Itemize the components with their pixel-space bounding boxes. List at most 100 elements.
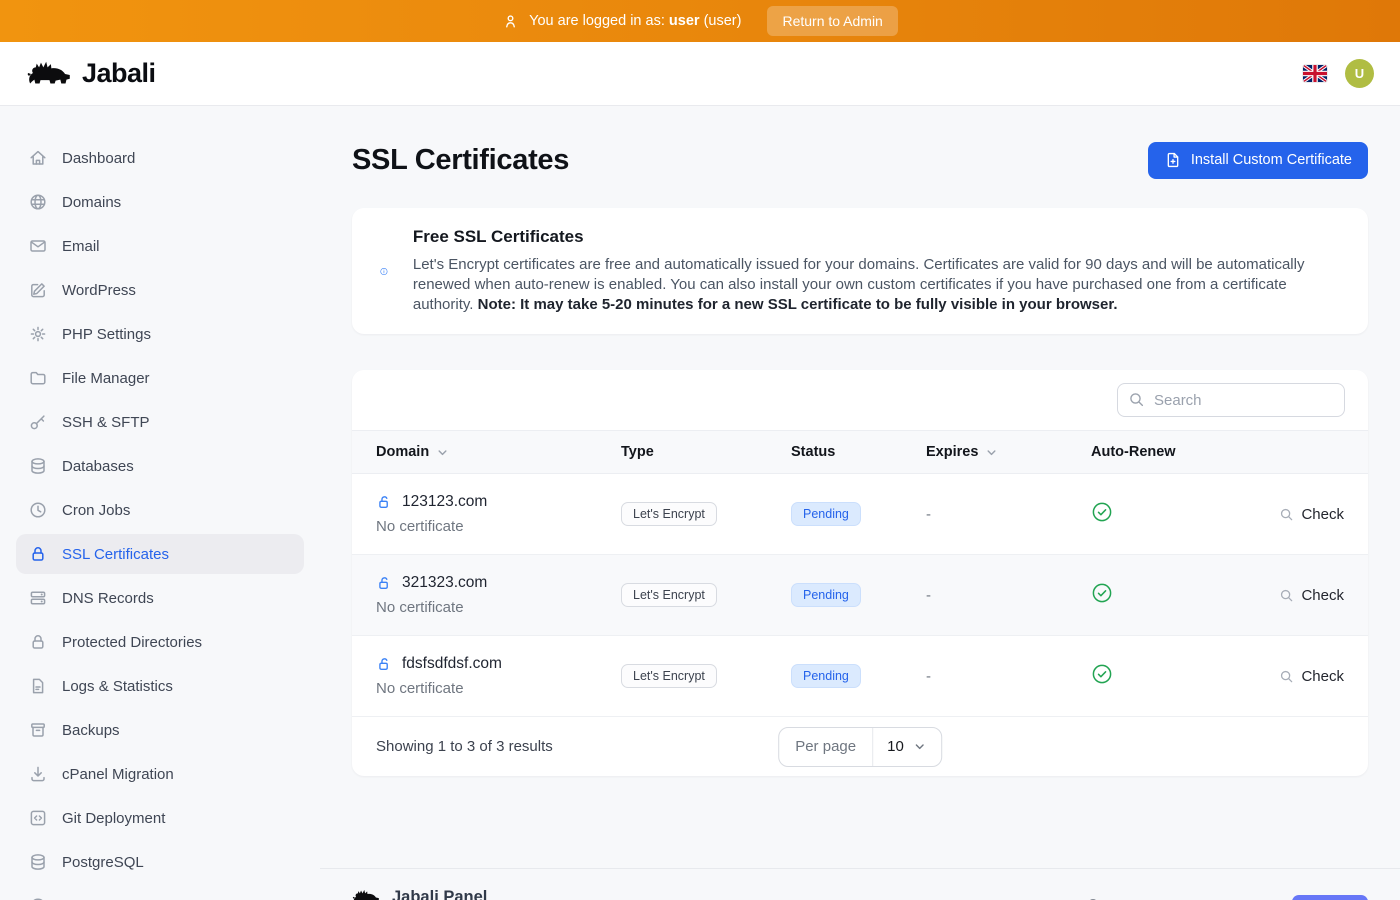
status-badge: Pending xyxy=(791,583,861,607)
install-custom-certificate-button[interactable]: Install Custom Certificate xyxy=(1148,142,1368,179)
chevron-down-icon xyxy=(912,739,927,754)
table-row: 123123.com No certificate Let's Encrypt … xyxy=(352,474,1368,555)
sidebar-item-ssh-sftp[interactable]: SSH & SFTP xyxy=(16,402,304,442)
sidebar-item-label: File Manager xyxy=(62,370,150,387)
info-card-title: Free SSL Certificates xyxy=(413,227,1340,247)
return-to-admin-button[interactable]: Return to Admin xyxy=(767,6,897,36)
sidebar-item-ssl-certificates[interactable]: SSL Certificates xyxy=(16,534,304,574)
sidebar-item-label: cPanel Migration xyxy=(62,766,174,783)
sidebar-item-git-deployment[interactable]: Git Deployment xyxy=(16,798,304,838)
sidebar-item-backups[interactable]: Backups xyxy=(16,710,304,750)
sidebar-item-label: SSL Certificates xyxy=(62,546,169,563)
per-page-label: Per page xyxy=(779,728,873,766)
sidebar-item-databases[interactable]: Databases xyxy=(16,446,304,486)
sidebar-item-label: PostgreSQL xyxy=(62,854,144,871)
sort-chevron-icon xyxy=(435,445,450,460)
type-badge: Let's Encrypt xyxy=(621,583,717,607)
check-action-button[interactable]: Check xyxy=(1279,587,1344,604)
sidebar-item-php-settings[interactable]: PHP Settings xyxy=(16,314,304,354)
search-input[interactable] xyxy=(1117,383,1345,417)
results-summary: Showing 1 to 3 of 3 results xyxy=(376,738,553,755)
gear-icon xyxy=(28,324,48,344)
column-label: Status xyxy=(791,444,835,460)
page-title: SSL Certificates xyxy=(352,144,569,177)
domain-cell: 123123.com xyxy=(376,493,621,511)
lock-icon xyxy=(28,544,48,564)
sidebar-item-label: Databases xyxy=(62,458,134,475)
sidebar-item-postgresql[interactable]: PostgreSQL xyxy=(16,842,304,882)
sidebar-item-file-manager[interactable]: File Manager xyxy=(16,358,304,398)
check-action-label: Check xyxy=(1301,506,1344,523)
language-flag-uk-icon[interactable] xyxy=(1303,65,1327,82)
sidebar-item-dashboard[interactable]: Dashboard xyxy=(16,138,304,178)
home-icon xyxy=(28,148,48,168)
sidebar-item-label: DNS Records xyxy=(62,590,154,607)
per-page-select[interactable]: 10 xyxy=(873,728,941,766)
person-icon xyxy=(502,13,519,30)
sidebar-item-label: WordPress xyxy=(62,282,136,299)
sidebar-item-protected-directories[interactable]: Protected Directories xyxy=(16,622,304,662)
domain-cell: 321323.com xyxy=(376,574,621,592)
sidebar-item-partial[interactable] xyxy=(16,886,304,900)
sidebar-item-email[interactable]: Email xyxy=(16,226,304,266)
sidebar-item-label: Dashboard xyxy=(62,150,135,167)
domain-cell: fdsfsdfdsf.com xyxy=(376,655,621,673)
expires-value: - xyxy=(926,668,1091,685)
sidebar-item-label: Protected Directories xyxy=(62,634,202,651)
sidebar-item-label: Domains xyxy=(62,194,121,211)
sidebar-item-wordpress[interactable]: WordPress xyxy=(16,270,304,310)
check-search-icon xyxy=(1279,669,1294,684)
sidebar-item-domains[interactable]: Domains xyxy=(16,182,304,222)
sidebar: Dashboard Domains Email WordPress PHP Settin… xyxy=(0,106,320,900)
domain-name: 123123.com xyxy=(402,493,487,511)
sidebar-item-logs-statistics[interactable]: Logs & Statistics xyxy=(16,666,304,706)
sidebar-item-cron-jobs[interactable]: Cron Jobs xyxy=(16,490,304,530)
brand[interactable]: Jabali xyxy=(26,57,156,91)
sidebar-item-dns-records[interactable]: DNS Records xyxy=(16,578,304,618)
info-card-body: Let's Encrypt certificates are free and … xyxy=(413,255,1340,315)
download-icon xyxy=(28,764,48,784)
search-icon xyxy=(1128,391,1145,408)
user-avatar[interactable]: U xyxy=(1345,59,1374,88)
column-header-auto-renew: Auto-Renew xyxy=(1091,444,1260,460)
table-row: fdsfsdfdsf.com No certificate Let's Encr… xyxy=(352,636,1368,717)
type-badge: Let's Encrypt xyxy=(621,502,717,526)
column-header-domain[interactable]: Domain xyxy=(376,444,621,460)
column-label: Auto-Renew xyxy=(1091,444,1176,460)
certificate-subtitle: No certificate xyxy=(376,680,621,697)
certificate-subtitle: No certificate xyxy=(376,518,621,535)
server-icon xyxy=(28,588,48,608)
check-action-button[interactable]: Check xyxy=(1279,506,1344,523)
table-header-row: DomainTypeStatus ExpiresAuto-Renew xyxy=(352,430,1368,474)
pencil-square-icon xyxy=(28,280,48,300)
column-header-type: Type xyxy=(621,444,791,460)
sidebar-item-label: Logs & Statistics xyxy=(62,678,173,695)
sidebar-item-cpanel-migration[interactable]: cPanel Migration xyxy=(16,754,304,794)
unlock-icon xyxy=(376,656,393,673)
envelope-icon xyxy=(28,236,48,256)
table-body: 123123.com No certificate Let's Encrypt … xyxy=(352,474,1368,717)
folder-icon xyxy=(28,368,48,388)
type-badge: Let's Encrypt xyxy=(621,664,717,688)
jabali-boar-logo-icon xyxy=(26,57,72,91)
sort-chevron-icon xyxy=(984,445,999,460)
sidebar-item-label: Git Deployment xyxy=(62,810,165,827)
expires-value: - xyxy=(926,506,1091,523)
column-header-expires[interactable]: Expires xyxy=(926,444,1091,460)
check-action-button[interactable]: Check xyxy=(1279,668,1344,685)
per-page-control: Per page 10 xyxy=(778,727,942,767)
version-badge: v0.9-rc42 xyxy=(1292,895,1368,900)
main-content: SSL Certificates Install Custom Certific… xyxy=(320,0,1400,900)
check-action-label: Check xyxy=(1301,668,1344,685)
jabali-boar-logo-icon xyxy=(352,887,380,900)
domain-name: fdsfsdfdsf.com xyxy=(402,655,502,673)
info-card-note: Note: It may take 5-20 minutes for a new… xyxy=(478,296,1118,313)
check-action-label: Check xyxy=(1301,587,1344,604)
status-badge: Pending xyxy=(791,664,861,688)
globe-icon xyxy=(28,192,48,212)
auto-renew-check-icon xyxy=(1091,501,1113,523)
circle-icon xyxy=(28,896,48,900)
certificate-subtitle: No certificate xyxy=(376,599,621,616)
search-box xyxy=(1117,383,1345,417)
brand-name: Jabali xyxy=(82,58,156,89)
